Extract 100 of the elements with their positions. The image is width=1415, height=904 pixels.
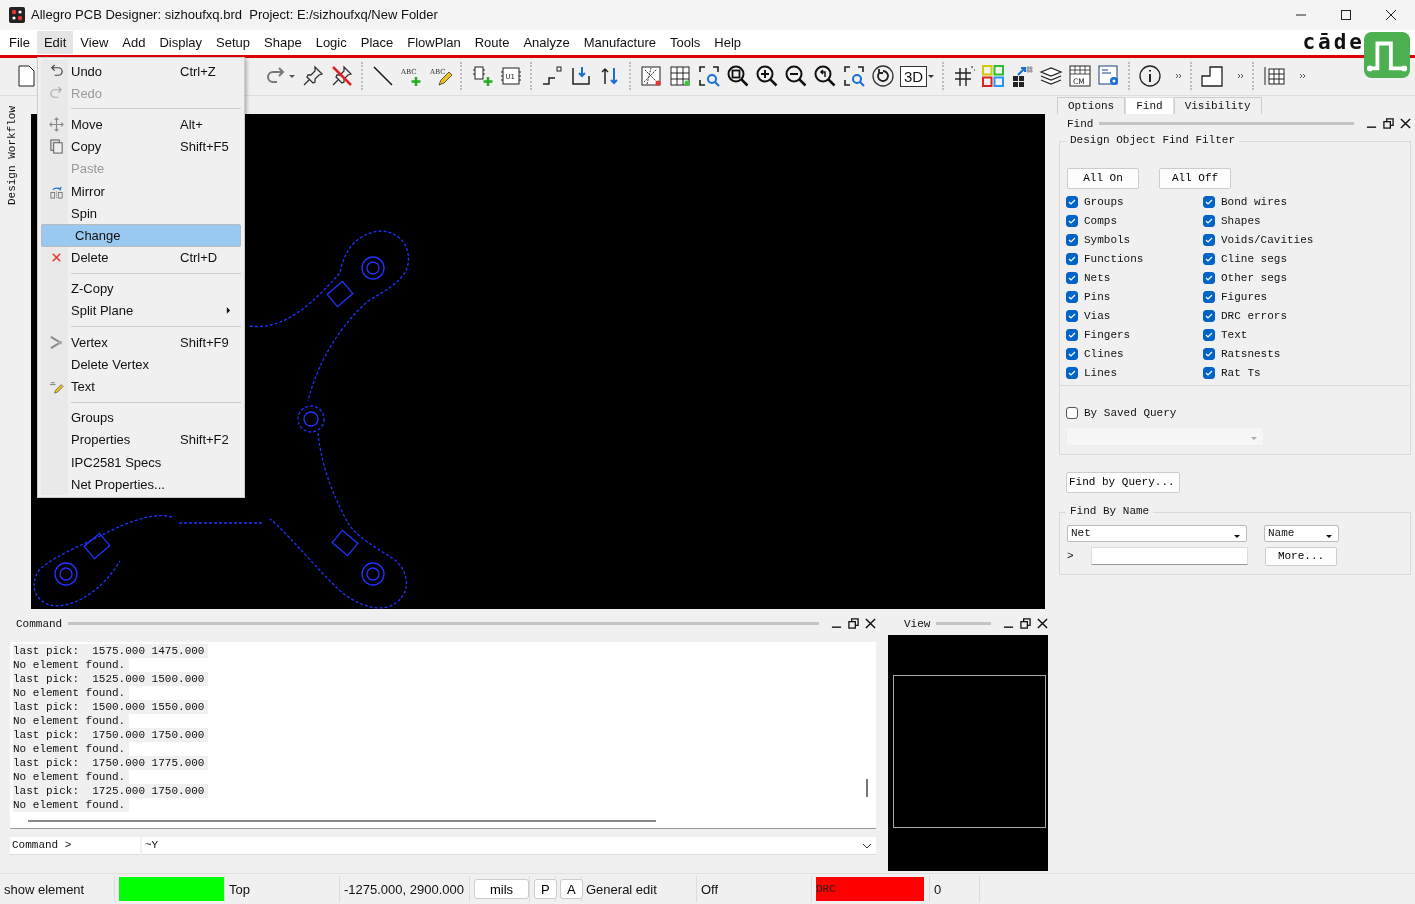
- menu-item[interactable]: Manufacture: [576, 30, 663, 54]
- menu-item[interactable]: Help: [707, 30, 749, 54]
- menu-item[interactable]: Copy Shift+F5: [41, 135, 241, 158]
- menu-item[interactable]: FlowPlan: [400, 30, 468, 54]
- panel-tab[interactable]: Options: [1057, 96, 1126, 114]
- checkbox[interactable]: [1066, 234, 1078, 247]
- checkbox[interactable]: [1066, 291, 1078, 304]
- color-squares-icon[interactable]: [981, 64, 1006, 89]
- menu-item[interactable]: Move Alt+: [41, 113, 241, 136]
- menu-item[interactable]: Spin: [41, 202, 241, 225]
- checkbox[interactable]: [1066, 407, 1078, 420]
- checkbox[interactable]: [1066, 196, 1078, 209]
- all-on-button[interactable]: All On: [1067, 167, 1139, 189]
- menu-item[interactable]: Route: [467, 30, 517, 54]
- zoom-in-icon[interactable]: [755, 64, 779, 89]
- refresh-icon[interactable]: [871, 64, 895, 89]
- ratsnest-icon[interactable]: [639, 64, 663, 89]
- menu-item[interactable]: Net Properties...: [41, 473, 241, 496]
- menu-item[interactable]: Shape: [257, 30, 309, 54]
- menu-item[interactable]: Delete Ctrl+D: [41, 246, 241, 269]
- blocks-arrow-icon[interactable]: [1010, 64, 1035, 89]
- menu-item[interactable]: View: [73, 30, 116, 54]
- world-view-canvas[interactable]: [888, 634, 1048, 871]
- checkbox[interactable]: [1203, 215, 1215, 228]
- menu-item[interactable]: Setup: [209, 30, 258, 54]
- shape-icon[interactable]: [1200, 64, 1225, 89]
- checkbox[interactable]: [1066, 348, 1078, 361]
- menu-item[interactable]: Display: [152, 30, 210, 54]
- checkbox[interactable]: [1066, 215, 1078, 228]
- close-icon[interactable]: [1037, 618, 1048, 630]
- checkbox[interactable]: [1066, 272, 1078, 285]
- caret-icon[interactable]: [288, 72, 296, 81]
- zoom-area-icon[interactable]: [697, 64, 721, 89]
- info-icon[interactable]: [1138, 64, 1163, 89]
- menu-item[interactable]: Vertex Shift+F9: [41, 331, 241, 354]
- checkbox[interactable]: [1203, 310, 1215, 323]
- zoom-world-icon[interactable]: [842, 64, 866, 89]
- more-chevron-icon[interactable]: [1175, 72, 1184, 81]
- more-chevron-icon[interactable]: [1237, 72, 1246, 81]
- grid-icon[interactable]: [952, 64, 977, 89]
- checkbox[interactable]: [1203, 291, 1215, 304]
- close-icon[interactable]: [865, 618, 876, 630]
- panel-tab[interactable]: Visibility: [1173, 96, 1262, 114]
- restore-icon[interactable]: [1383, 118, 1394, 130]
- close-icon[interactable]: [1400, 118, 1411, 130]
- zoom-previous-icon[interactable]: [813, 64, 837, 89]
- trace-app-icon[interactable]: [1364, 31, 1410, 78]
- checkbox[interactable]: [1066, 253, 1078, 266]
- zoom-out-icon[interactable]: [784, 64, 808, 89]
- checkbox[interactable]: [1203, 329, 1215, 342]
- status-button[interactable]: A: [560, 879, 583, 900]
- menu-item[interactable]: Edit: [36, 30, 74, 54]
- menu-item[interactable]: Place: [353, 30, 401, 54]
- checkbox[interactable]: [1066, 310, 1078, 323]
- more-chevron-icon[interactable]: [1299, 72, 1308, 81]
- checkbox[interactable]: [1203, 234, 1215, 247]
- menu-item[interactable]: Z-Copy: [41, 277, 241, 300]
- checkbox[interactable]: [1066, 329, 1078, 342]
- menu-item[interactable]: Undo Ctrl+Z: [41, 60, 241, 83]
- 3d-view-button[interactable]: 3D: [900, 65, 928, 87]
- status-button[interactable]: mils: [474, 879, 529, 900]
- scrollbar-thumb[interactable]: [28, 819, 656, 822]
- menu-item[interactable]: Tools: [662, 30, 708, 54]
- menu-item[interactable]: Add: [115, 30, 153, 54]
- menu-item[interactable]: Properties Shift+F2: [41, 428, 241, 451]
- zoom-fit-icon[interactable]: [726, 64, 750, 89]
- caret-icon[interactable]: [927, 72, 936, 81]
- checkbox[interactable]: [1203, 348, 1215, 361]
- panel-tab[interactable]: Find: [1125, 96, 1174, 114]
- menu-item[interactable]: Logic: [308, 30, 354, 54]
- match-dropdown[interactable]: Name: [1264, 524, 1339, 542]
- maximize-icon[interactable]: [1340, 8, 1352, 21]
- find-by-query-button[interactable]: Find by Query...: [1066, 471, 1180, 493]
- menu-item[interactable]: Analyze: [516, 30, 577, 54]
- object-type-dropdown[interactable]: Net: [1067, 524, 1247, 542]
- menu-item[interactable]: Delete Vertex: [41, 353, 241, 376]
- all-off-button[interactable]: All Off: [1159, 167, 1231, 189]
- restore-icon[interactable]: [848, 618, 859, 630]
- chevron-down-icon[interactable]: [862, 842, 872, 849]
- close-icon[interactable]: [1385, 8, 1397, 21]
- menu-item[interactable]: Split Plane: [41, 299, 241, 323]
- grid-check-icon[interactable]: [668, 64, 692, 89]
- menu-item[interactable]: Change: [41, 224, 241, 247]
- scrollbar-thumb[interactable]: [866, 778, 868, 797]
- restore-icon[interactable]: [1020, 618, 1031, 630]
- design-workflow-tab[interactable]: Design Workflow: [6, 105, 18, 205]
- checkbox[interactable]: [1066, 367, 1078, 380]
- checkbox[interactable]: [1203, 196, 1215, 209]
- menu-item[interactable]: IPC2581 Specs: [41, 451, 241, 474]
- more-button[interactable]: More...: [1265, 546, 1337, 566]
- checkbox[interactable]: [1203, 367, 1215, 380]
- status-button[interactable]: P: [534, 879, 557, 900]
- command-input-field[interactable]: ~Y: [142, 836, 876, 855]
- menu-item[interactable]: Groups: [41, 406, 241, 429]
- name-input-field[interactable]: [1091, 547, 1248, 566]
- checkbox[interactable]: [1203, 272, 1215, 285]
- add-component-icon[interactable]: [470, 64, 494, 89]
- menu-item[interactable]: File: [2, 30, 37, 54]
- checkbox[interactable]: [1203, 253, 1215, 266]
- menu-item[interactable]: Mirror: [41, 179, 241, 203]
